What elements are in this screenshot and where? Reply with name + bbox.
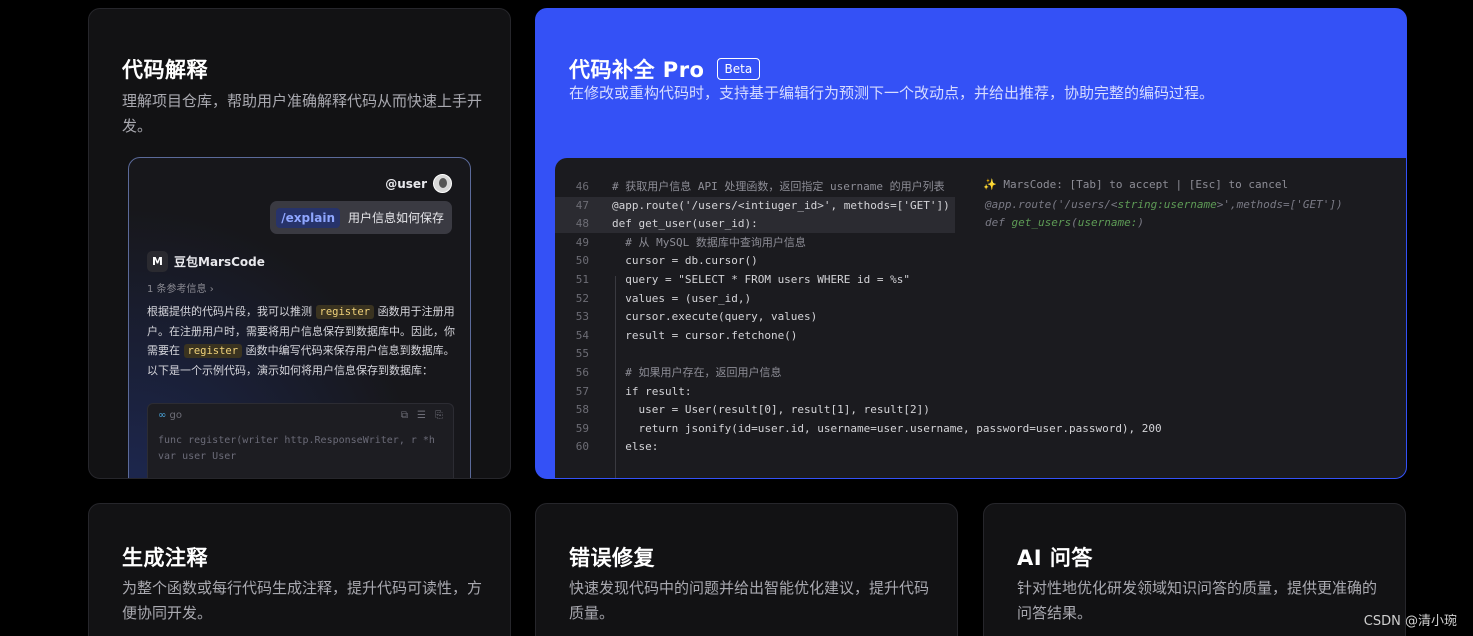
line-code: cursor = db.cursor() — [612, 254, 758, 268]
line-code: # 获取用户信息 API 处理函数，返回指定 username 的用户列表 — [612, 180, 945, 193]
code-line: var user User — [158, 451, 237, 462]
line-number: 57 — [575, 384, 589, 398]
card-description: 针对性地优化研发领域知识问答的质量，提供更准确的问答结果。 — [1017, 579, 1378, 622]
chat-panel: @user /explain 用户信息如何保存 M 豆包MarsCode 1 条… — [128, 157, 471, 478]
ghost-text-highlight: get_users — [1011, 216, 1072, 229]
ghost-suggestion-line: def get_users(username:) — [985, 216, 1144, 229]
line-number: 48 — [575, 217, 589, 231]
code-keyword: register — [183, 344, 243, 358]
line-number: 50 — [575, 254, 589, 268]
line-code: values = (user_id,) — [612, 291, 752, 305]
marscode-logo-icon: M — [147, 251, 168, 272]
code-line: 47 @app.route('/users/<intiuger_id>', met… — [555, 196, 955, 215]
line-number: 53 — [575, 310, 589, 324]
card-title: 代码补全 Pro — [569, 58, 705, 82]
bot-row: M 豆包MarsCode — [147, 251, 265, 272]
line-code: if result: — [612, 384, 692, 398]
references-link[interactable]: 1 条参考信息 › — [147, 280, 214, 295]
indent-guide — [615, 276, 616, 478]
completion-hint: ✨ MarsCode: [Tab] to accept | [Esc] to c… — [983, 178, 1289, 191]
code-keyword: register — [315, 305, 375, 319]
line-code: query = "SELECT * FROM users WHERE id = … — [612, 273, 911, 286]
go-logo-icon: ∞ — [158, 410, 167, 421]
code-snippet: ∞ go ⧉ ☰ ⎘ func register(writer http.Res… — [147, 403, 454, 478]
card-title: 代码解释 — [122, 58, 208, 82]
ghost-text: ( — [1071, 216, 1078, 229]
ghost-text-highlight: string:username — [1117, 198, 1217, 211]
line-code: # 如果用户存在，返回用户信息 — [612, 366, 782, 379]
ghost-text-highlight: username: — [1077, 216, 1138, 229]
card-title: 生成注释 — [122, 546, 208, 570]
user-name: @user — [385, 176, 427, 191]
line-code: def get_user(user_id): — [612, 217, 758, 231]
line-number: 56 — [575, 366, 589, 379]
code-snippet-body: func register(writer http.ResponseWriter… — [148, 427, 453, 471]
ghost-text: def — [985, 216, 1012, 229]
answer-text: 根据提供的代码片段，我可以推测 — [147, 305, 312, 318]
line-number: 60 — [575, 440, 589, 454]
code-line: 48 def get_user(user_id): — [555, 215, 955, 234]
line-code: user = User(result[0], result[1], result… — [612, 403, 930, 417]
line-code: cursor.execute(query, values) — [612, 310, 818, 324]
feature-card-ai-qa: AI 问答 针对性地优化研发领域知识问答的质量，提供更准确的问答结果。 — [983, 503, 1406, 636]
card-description: 理解项目仓库，帮助用户准确解释代码从而快速上手开发。 — [122, 92, 483, 135]
message-text: 用户信息如何保存 — [347, 211, 444, 225]
code-language: ∞ go — [158, 410, 182, 421]
bot-name: 豆包MarsCode — [174, 255, 265, 269]
line-number: 47 — [575, 198, 589, 212]
bot-answer: 根据提供的代码片段，我可以推测 register 函数用于注册用户。在注册用户时… — [147, 302, 457, 380]
code-actions: ⧉ ☰ ⎘ — [401, 410, 443, 421]
line-code: else: — [612, 440, 659, 454]
line-number: 49 — [575, 235, 589, 249]
line-code: return jsonify(id=user.id, username=user… — [612, 421, 1162, 435]
watermark: CSDN @清小琬 — [1363, 614, 1457, 629]
code-snippet-header: ∞ go ⧉ ☰ ⎘ — [148, 404, 453, 427]
line-number: 54 — [575, 328, 589, 342]
code-line: func register(writer http.ResponseWriter… — [158, 435, 435, 446]
line-number: 58 — [575, 403, 589, 417]
line-number: 51 — [575, 273, 589, 286]
feature-card-generate-comments: 生成注释 为整个函数或每行代码生成注释，提升代码可读性，方便协同开发。 — [88, 503, 511, 636]
avatar — [433, 174, 452, 193]
line-code: @app.route('/users/<intiuger_id>', metho… — [612, 198, 950, 212]
line-number: 52 — [575, 291, 589, 305]
code-editor: ✨ MarsCode: [Tab] to accept | [Esc] to c… — [555, 158, 1406, 478]
command-tag: /explain — [276, 207, 340, 228]
line-number: 46 — [575, 180, 589, 193]
user-row: @user — [385, 174, 452, 193]
card-title-row: 代码补全 Pro Beta — [569, 54, 761, 84]
copy-icon[interactable]: ⧉ — [401, 410, 408, 421]
feature-card-code-explain: 代码解释 理解项目仓库，帮助用户准确解释代码从而快速上手开发。 @user /e… — [88, 8, 511, 479]
card-description: 在修改或重构代码时，支持基于编辑行为预测下一个改动点，并给出推荐，协助完整的编码… — [569, 84, 1215, 102]
user-message: /explain 用户信息如何保存 — [270, 201, 452, 234]
beta-badge: Beta — [716, 58, 761, 80]
card-description: 快速发现代码中的问题并给出智能优化建议，提升代码质量。 — [569, 579, 930, 622]
card-description: 为整个函数或每行代码生成注释，提升代码可读性，方便协同开发。 — [122, 579, 483, 622]
card-title: AI 问答 — [1017, 546, 1093, 570]
new-file-icon[interactable]: ⎘ — [435, 410, 443, 421]
ghost-text: @app.route('/users/< — [985, 198, 1118, 211]
ghost-text: >',methods=['GET']) — [1216, 198, 1343, 211]
feature-card-code-completion-pro: 代码补全 Pro Beta 在修改或重构代码时，支持基于编辑行为预测下一个改动点… — [535, 8, 1407, 479]
ghost-text: ) — [1137, 216, 1144, 229]
insert-icon[interactable]: ☰ — [417, 410, 426, 421]
code-language-label: go — [169, 410, 182, 421]
line-code: # 从 MySQL 数据库中查询用户信息 — [612, 235, 806, 249]
ghost-suggestion-line: @app.route('/users/<string:username>',me… — [985, 198, 1343, 211]
line-number: 59 — [575, 421, 589, 435]
line-number: 55 — [575, 347, 589, 361]
line-code: result = cursor.fetchone() — [612, 328, 798, 342]
card-title: 错误修复 — [569, 546, 655, 570]
feature-card-error-fix: 错误修复 快速发现代码中的问题并给出智能优化建议，提升代码质量。 — [535, 503, 958, 636]
